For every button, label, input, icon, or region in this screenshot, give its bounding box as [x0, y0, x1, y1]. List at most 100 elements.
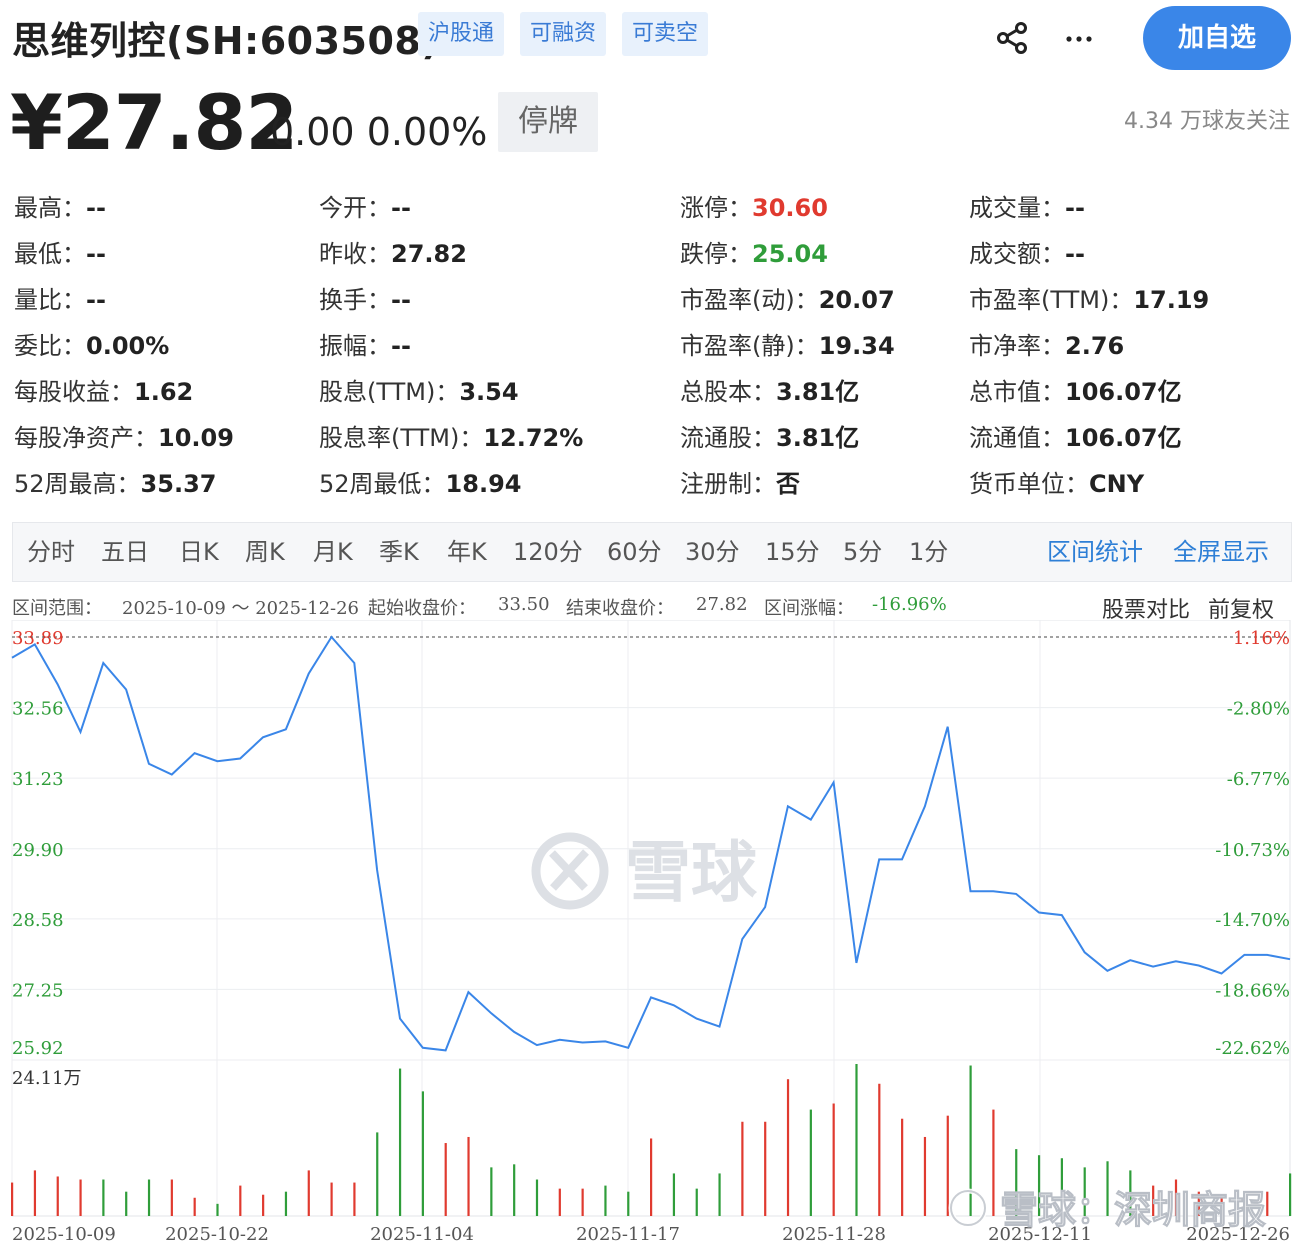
x-tick-label: 2025-10-22	[165, 1224, 269, 1245]
tab-period[interactable]: 60分	[607, 523, 662, 581]
volume-bar	[56, 1176, 59, 1216]
y-tick-right: -2.80%	[1227, 699, 1290, 720]
stat-value: 19.34	[818, 332, 895, 360]
tab-period[interactable]: 周K	[245, 523, 285, 581]
share-icon[interactable]	[994, 20, 1030, 56]
range-info-bar: 区间范围： 2025-10-09 ～ 2025-12-26 起始收盘价： 33.…	[12, 590, 1290, 624]
stat-value: 12.72%	[483, 424, 584, 452]
stat-value: --	[391, 194, 411, 222]
stat-label: 流通值：	[969, 424, 1065, 452]
current-price: ¥27.82	[10, 78, 298, 167]
stat-label: 股息率(TTM)：	[319, 424, 484, 452]
stat-value: 27.82	[391, 240, 467, 268]
y-tick-right: -10.73%	[1215, 840, 1290, 861]
stat-value: --	[86, 194, 106, 222]
y-tick-left: 33.89	[12, 628, 64, 649]
range-pct-value: -16.96%	[872, 594, 947, 615]
tab-period[interactable]: 分时	[27, 523, 75, 581]
volume-bar	[946, 1115, 949, 1216]
tab-period[interactable]: 30分	[685, 523, 740, 581]
start-close-value: 33.50	[498, 594, 550, 615]
stock-title: 思维列控(SH:603508)	[12, 19, 440, 63]
stat-value: --	[1065, 240, 1085, 268]
stat-item: 流通值：106.07亿	[969, 418, 1182, 453]
stat-item: 总市值：106.07亿	[969, 372, 1182, 407]
stat-label: 量比：	[14, 286, 86, 314]
tab-period[interactable]: 五日	[101, 523, 149, 581]
volume-max-label: 24.11万	[12, 1068, 82, 1089]
fullscreen-button[interactable]: 全屏显示	[1173, 523, 1269, 581]
volume-bar	[786, 1079, 790, 1216]
volume-bar	[650, 1138, 653, 1216]
follower-count[interactable]: 4.34 万球友关注	[1124, 103, 1290, 135]
price-chart[interactable]: 33.89 1.16% 32.56 -2.80% 31.23 -6.77% 29.90 -10…	[0, 620, 1304, 1248]
stat-label: 昨收：	[319, 240, 391, 268]
stat-label: 换手：	[319, 286, 391, 314]
stat-value: CNY	[1089, 470, 1145, 498]
corner-watermark-icon-outline	[950, 1190, 986, 1226]
y-tick-right: -14.70%	[1215, 910, 1290, 931]
stat-item: 注册制：否	[680, 464, 800, 499]
end-close-label: 结束收盘价：	[566, 598, 674, 619]
stat-label: 振幅：	[319, 332, 391, 360]
stat-item: 流通股：3.81亿	[680, 418, 859, 453]
volume-bar	[672, 1173, 676, 1216]
stat-value: 106.07亿	[1065, 424, 1182, 452]
tag-margin[interactable]: 可融资	[520, 12, 607, 56]
stat-item: 涨停：30.60	[680, 188, 828, 223]
tab-period[interactable]: 年K	[447, 523, 487, 581]
stat-label: 成交额：	[969, 240, 1065, 268]
tag-short[interactable]: 可卖空	[622, 12, 709, 56]
tab-period[interactable]: 月K	[313, 523, 353, 581]
more-icon[interactable]	[1064, 24, 1094, 54]
stat-value: --	[1065, 194, 1085, 222]
tab-period[interactable]: 季K	[379, 523, 419, 581]
tab-period[interactable]: 15分	[765, 523, 820, 581]
stat-value: 10.09	[158, 424, 234, 452]
volume-bar	[581, 1188, 584, 1216]
stat-item: 振幅：--	[319, 326, 411, 361]
stat-label: 每股净资产：	[14, 424, 158, 452]
stat-label: 最低：	[14, 240, 86, 268]
stat-value: --	[86, 286, 106, 314]
volume-bar	[467, 1136, 470, 1216]
watermark-text: 雪球	[625, 834, 758, 911]
tab-period[interactable]: 1分	[909, 523, 948, 581]
stat-label: 货币单位：	[969, 470, 1089, 498]
tab-period[interactable]: 120分	[513, 523, 583, 581]
tag-hk-connect[interactable]: 沪股通	[418, 12, 505, 56]
stat-label: 最高：	[14, 194, 86, 222]
tab-period[interactable]: 日K	[179, 523, 219, 581]
tab-period[interactable]: 5分	[843, 523, 882, 581]
stat-value: 1.62	[134, 378, 194, 406]
volume-bar	[627, 1191, 630, 1216]
range-stats-button[interactable]: 区间统计	[1047, 523, 1143, 581]
stat-value: 106.07亿	[1065, 378, 1182, 406]
stat-label: 涨停：	[680, 194, 752, 222]
range-value: 2025-10-09 ～ 2025-12-26	[122, 598, 360, 619]
stat-label: 跌停：	[680, 240, 752, 268]
volume-bar	[1289, 1173, 1292, 1216]
stat-label: 市盈率(TTM)：	[969, 286, 1134, 314]
stats-grid: 最高：-- 今开：-- 涨停：30.60 成交量：-- 最低：-- 昨收：27.82 跌停：…	[0, 180, 1304, 500]
stat-label: 今开：	[319, 194, 391, 222]
stat-label: 流通股：	[680, 424, 776, 452]
stat-item: 市盈率(TTM)：17.19	[969, 280, 1209, 315]
y-tick-left: 31.23	[12, 769, 64, 790]
add-watchlist-button[interactable]: 加自选	[1143, 6, 1291, 70]
stat-label: 成交量：	[969, 194, 1065, 222]
stat-value: 17.19	[1133, 286, 1210, 314]
stat-label: 市净率：	[969, 332, 1065, 360]
stat-item: 跌停：25.04	[680, 234, 828, 269]
chart-frame	[11, 620, 1291, 1217]
watermark-logo-mark	[549, 849, 589, 891]
stat-value: --	[391, 332, 411, 360]
volume-bar	[330, 1182, 333, 1216]
volume-bar	[11, 1182, 14, 1216]
y-tick-right: -6.77%	[1227, 769, 1290, 790]
stat-item: 每股收益：1.62	[14, 372, 193, 407]
stat-label: 市盈率(动)：	[680, 286, 819, 314]
volume-bar	[535, 1179, 539, 1216]
stat-value: 否	[776, 470, 800, 498]
stat-value: 2.76	[1065, 332, 1125, 360]
